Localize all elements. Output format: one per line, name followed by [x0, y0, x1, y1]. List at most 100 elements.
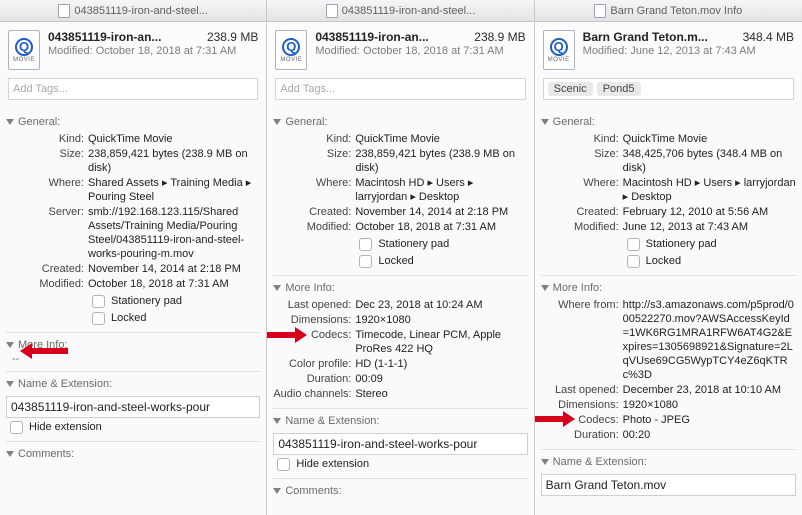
section-toggle-more-info[interactable]: More Info: — [541, 280, 796, 296]
locked-checkbox-row[interactable]: Locked — [273, 254, 527, 269]
info-row: Last opened:Dec 23, 2018 at 10:24 AM — [273, 298, 527, 313]
checkbox-icon — [277, 458, 290, 471]
hide-extension-checkbox-row[interactable]: Hide extension — [6, 420, 260, 435]
titlebar-doc-icon — [594, 4, 606, 18]
info-row: Size:238,859,421 bytes (238.9 MB on disk… — [273, 147, 527, 176]
info-row: Dimensions:1920×1080 — [541, 398, 796, 413]
info-panel: Barn Grand Teton.mov Info QMOVIE Barn Gr… — [535, 0, 802, 515]
tags-placeholder: Add Tags... — [13, 83, 68, 95]
info-panel: 043851119-iron-and-steel... QMOVIE 04385… — [0, 0, 267, 515]
file-size: 238.9 MB — [207, 30, 258, 44]
section-label: Name & Extension: — [285, 415, 379, 427]
section-label: Name & Extension: — [18, 378, 112, 390]
disclosure-triangle-icon — [273, 488, 281, 494]
info-row: Size:238,859,421 bytes (238.9 MB on disk… — [6, 147, 260, 176]
more-info-list: Where from:http://s3.amazonaws.com/p5pro… — [541, 296, 796, 443]
section-toggle-general[interactable]: General: — [273, 114, 527, 130]
section-name-ext: Name & Extension: Hide extension — [6, 376, 260, 435]
more-info-empty: -- — [6, 353, 260, 365]
header: QMOVIE Barn Grand Teton.m... 348.4 MB Mo… — [535, 22, 802, 72]
section-toggle-more-info[interactable]: More Info: — [6, 337, 260, 353]
section-label: More Info: — [18, 339, 68, 351]
name-extension-input[interactable] — [6, 396, 260, 418]
titlebar[interactable]: 043851119-iron-and-steel... — [267, 0, 533, 22]
info-body: General: Kind:QuickTime Movie Size:238,8… — [0, 106, 266, 515]
section-toggle-general[interactable]: General: — [541, 114, 796, 130]
section-more-info: More Info: Last opened:Dec 23, 2018 at 1… — [273, 280, 527, 402]
section-toggle-comments[interactable]: Comments: — [273, 483, 527, 499]
disclosure-triangle-icon — [273, 285, 281, 291]
info-row: Created:November 14, 2014 at 2:18 PM — [6, 262, 260, 277]
disclosure-triangle-icon — [541, 285, 549, 291]
section-toggle-name-ext[interactable]: Name & Extension: — [541, 454, 796, 470]
section-toggle-more-info[interactable]: More Info: — [273, 280, 527, 296]
titlebar-doc-icon — [58, 4, 70, 18]
general-list: Kind:QuickTime Movie Size:348,425,706 by… — [541, 130, 796, 269]
info-row: Created:February 12, 2010 at 5:56 AM — [541, 205, 796, 220]
locked-checkbox-row[interactable]: Locked — [6, 311, 260, 326]
header-text: 043851119-iron-an... 238.9 MB Modified: … — [48, 30, 258, 57]
section-label: More Info: — [553, 282, 603, 294]
info-row: Codecs:Timecode, Linear PCM, Apple ProRe… — [273, 328, 527, 357]
info-row: Color profile:HD (1-1-1) — [273, 357, 527, 372]
section-toggle-general[interactable]: General: — [6, 114, 260, 130]
name-extension-input[interactable] — [541, 474, 796, 496]
divider — [6, 371, 260, 372]
general-list: Kind:QuickTime Movie Size:238,859,421 by… — [273, 130, 527, 269]
titlebar-doc-icon — [326, 4, 338, 18]
file-modified: Modified: June 12, 2013 at 7:43 AM — [583, 45, 794, 57]
hide-extension-checkbox-row[interactable]: Hide extension — [273, 457, 527, 472]
info-row: Modified:June 12, 2013 at 7:43 AM — [541, 220, 796, 235]
titlebar[interactable]: 043851119-iron-and-steel... — [0, 0, 266, 22]
info-row: Where:Macintosh HD ▸ Users ▸ larryjordan… — [541, 176, 796, 205]
disclosure-triangle-icon — [273, 418, 281, 424]
file-name: 043851119-iron-an... — [48, 30, 201, 44]
divider — [541, 449, 796, 450]
section-general: General: Kind:QuickTime Movie Size:238,8… — [273, 114, 527, 269]
more-info-list: Last opened:Dec 23, 2018 at 10:24 AM Dim… — [273, 296, 527, 402]
section-comments: Comments: — [6, 446, 260, 462]
divider — [273, 478, 527, 479]
titlebar-text: 043851119-iron-and-steel... — [342, 5, 476, 17]
disclosure-triangle-icon — [541, 459, 549, 465]
stationery-checkbox-row[interactable]: Stationery pad — [541, 237, 796, 252]
info-row: Kind:QuickTime Movie — [541, 132, 796, 147]
tags-field[interactable]: Add Tags... — [8, 78, 258, 100]
tags-field[interactable]: Scenic Pond5 — [543, 78, 794, 100]
divider — [273, 408, 527, 409]
section-general: General: Kind:QuickTime Movie Size:238,8… — [6, 114, 260, 326]
header-text: Barn Grand Teton.m... 348.4 MB Modified:… — [583, 30, 794, 57]
section-name-ext: Name & Extension: Hide extension — [273, 413, 527, 472]
tag-chip[interactable]: Scenic — [548, 82, 593, 96]
tag-chip[interactable]: Pond5 — [597, 82, 641, 96]
divider — [273, 275, 527, 276]
section-more-info: More Info: Where from:http://s3.amazonaw… — [541, 280, 796, 443]
document-icon: QMOVIE — [275, 30, 307, 70]
tags-field[interactable]: Add Tags... — [275, 78, 525, 100]
info-row: Kind:QuickTime Movie — [273, 132, 527, 147]
section-more-info: More Info: -- — [6, 337, 260, 365]
info-body: General: Kind:QuickTime Movie Size:238,8… — [267, 106, 533, 515]
info-row: Last opened:December 23, 2018 at 10:10 A… — [541, 383, 796, 398]
info-row: Created:November 14, 2014 at 2:18 PM — [273, 205, 527, 220]
document-icon: QMOVIE — [543, 30, 575, 70]
locked-checkbox-row[interactable]: Locked — [541, 254, 796, 269]
section-label: Name & Extension: — [553, 456, 647, 468]
stationery-checkbox-row[interactable]: Stationery pad — [6, 294, 260, 309]
file-size: 238.9 MB — [474, 30, 525, 44]
section-toggle-comments[interactable]: Comments: — [6, 446, 260, 462]
section-label: General: — [285, 116, 327, 128]
info-row: Duration:00:09 — [273, 372, 527, 387]
stationery-checkbox-row[interactable]: Stationery pad — [273, 237, 527, 252]
checkbox-icon — [359, 238, 372, 251]
disclosure-triangle-icon — [6, 342, 14, 348]
titlebar[interactable]: Barn Grand Teton.mov Info — [535, 0, 802, 22]
info-row: Audio channels:Stereo — [273, 387, 527, 402]
section-toggle-name-ext[interactable]: Name & Extension: — [6, 376, 260, 392]
section-toggle-name-ext[interactable]: Name & Extension: — [273, 413, 527, 429]
name-extension-input[interactable] — [273, 433, 527, 455]
info-row: Server:smb://192.168.123.115/Shared Asse… — [6, 205, 260, 262]
divider — [6, 441, 260, 442]
disclosure-triangle-icon — [6, 119, 14, 125]
info-windows: 043851119-iron-and-steel... QMOVIE 04385… — [0, 0, 802, 515]
